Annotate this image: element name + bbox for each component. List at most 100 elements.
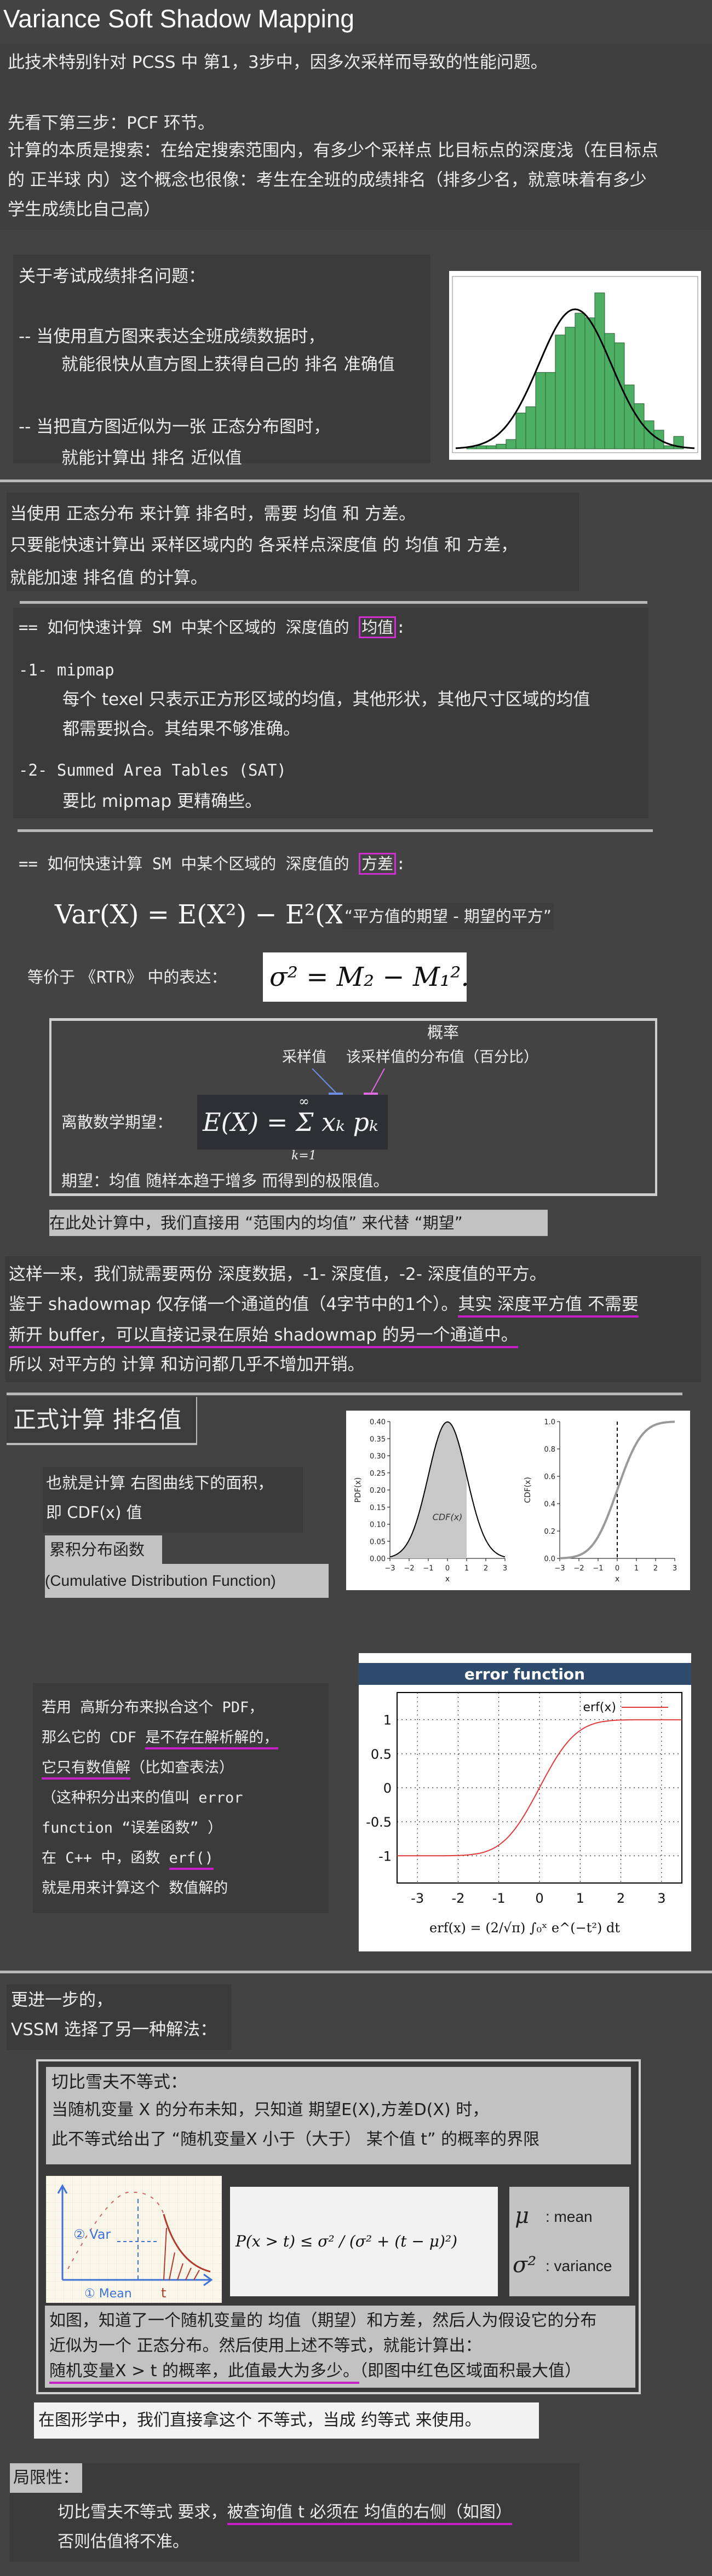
gauss-line: function “误差函数” ） bbox=[42, 1820, 223, 1836]
gauss-emphasis: 它只有数值解 bbox=[42, 1759, 130, 1780]
x-tick-label: 2 bbox=[653, 1564, 658, 1573]
exam-item: 就能很快从直方图上获得自己的 排名 准确值 bbox=[61, 355, 395, 374]
y-tick-label: 1 bbox=[383, 1713, 392, 1728]
chebyshev-sketch: ② Var ① Mean t bbox=[46, 2176, 222, 2303]
sum-lower-limit: k=1 bbox=[291, 1149, 317, 1163]
intro-line: 学生成绩比自己高） bbox=[8, 200, 160, 220]
mean-keyword: 均值 bbox=[359, 616, 397, 638]
variance-quote: “平方值的期望 - 期望的平方” bbox=[342, 903, 554, 929]
gauss-emphasis: 是不存在解析解的， bbox=[145, 1729, 279, 1749]
expectation-formula: E(X) = Σ xₖ pₖ bbox=[197, 1095, 388, 1150]
histogram-bar bbox=[476, 445, 487, 449]
gauss-text: 那么它的 CDF bbox=[42, 1729, 146, 1746]
histogram-bar bbox=[535, 372, 546, 449]
rtr-formula: σ² = M₂ − M₁². bbox=[263, 952, 469, 1002]
page-title: Variance Soft Shadow Mapping bbox=[3, 4, 354, 33]
histogram-bar bbox=[565, 327, 576, 449]
y-tick-label: 0.30 bbox=[370, 1453, 386, 1461]
normal-line: 只要能快速计算出 采样区域内的 各采样点深度值 的 均值 和 方差， bbox=[10, 535, 518, 555]
y-tick-label: 0 bbox=[383, 1781, 392, 1796]
limits-line: 切比雪夫不等式 要求，被查询值 t 必须在 均值的右侧（如图） bbox=[58, 2502, 512, 2525]
y-tick-label: 0.6 bbox=[544, 1473, 555, 1481]
mu-label: : mean bbox=[546, 2208, 593, 2225]
gauss-text: （比如查表法） bbox=[130, 1759, 234, 1776]
y-tick-label: 0.20 bbox=[370, 1487, 386, 1495]
y-tick-label: 1.0 bbox=[544, 1418, 555, 1426]
histogram-figure bbox=[449, 271, 701, 460]
divider bbox=[0, 1971, 712, 1973]
histogram-bar bbox=[496, 443, 507, 449]
x-tick-label: -3 bbox=[411, 1891, 424, 1906]
x-tick-label: −1 bbox=[423, 1564, 433, 1573]
exam-heading: 关于考试成绩排名问题： bbox=[19, 267, 205, 286]
x-tick-label: 3 bbox=[673, 1564, 677, 1573]
histogram-bar bbox=[555, 334, 566, 449]
y-tick-label: 0.4 bbox=[544, 1500, 555, 1509]
x-tick-label: -2 bbox=[451, 1891, 464, 1906]
x-tick-label: 0 bbox=[615, 1564, 619, 1573]
storage-emphasis: 其实 深度平方值 不需要 bbox=[458, 1295, 639, 1318]
gauss-line: 那么它的 CDF 是不存在解析解的， bbox=[42, 1727, 279, 1749]
y-tick-label: 0.05 bbox=[370, 1538, 386, 1546]
rtr-label: 等价于 《RTR》 中的表达： bbox=[27, 968, 227, 986]
y-tick-label: 0.15 bbox=[370, 1504, 386, 1512]
method-title: -1- mipmap bbox=[19, 661, 114, 679]
pdf-cdf-figure: 0.000.050.100.150.200.250.300.350.40−3 −2… bbox=[346, 1411, 690, 1590]
heading-text: == 如何快速计算 SM 中某个区域的 深度值的 bbox=[19, 854, 359, 873]
storage-line: 这样一来，我们就需要两份 深度数据，-1- 深度值，-2- 深度值的平方。 bbox=[9, 1264, 547, 1284]
sketch-var-label: ② Var bbox=[73, 2227, 111, 2242]
method-desc: 都需要拟合。其结果不够准确。 bbox=[62, 719, 300, 739]
x-tick-label: 0 bbox=[535, 1891, 543, 1906]
histogram-bar bbox=[545, 372, 556, 449]
sigma-symbol: σ² bbox=[513, 2252, 537, 2278]
explanation-line: 如图，知道了一个随机变量的 均值（期望）和方差，然后人为假设它的分布 bbox=[49, 2311, 597, 2330]
y-tick-label: 0.8 bbox=[544, 1446, 555, 1454]
vssm-line: 更进一步的， bbox=[11, 1990, 113, 2010]
chebyshev-inequality: P(x > t) ≤ σ² / (σ² + (t − μ)²) bbox=[230, 2187, 498, 2296]
x-tick-label: −1 bbox=[593, 1564, 603, 1573]
divider bbox=[20, 601, 647, 604]
area-label: CDF(x) bbox=[433, 1512, 463, 1522]
histogram-bar bbox=[515, 412, 526, 449]
x-tick-label: 3 bbox=[657, 1891, 665, 1906]
chebyshev-line: 当随机变量 X 的分布未知，只知道 期望E(X),方差D(X) 时， bbox=[51, 2100, 489, 2119]
x-tick-label: 2 bbox=[617, 1891, 625, 1906]
histogram-bar bbox=[506, 439, 516, 449]
erf-figure: error function -3 -2 -1 0 1 2 3 -1 -0.5 0 0.5 1 erf(x… bbox=[359, 1653, 691, 1951]
mean-heading: == 如何快速计算 SM 中某个区域的 深度值的 均值: bbox=[19, 616, 406, 638]
vssm-line: VSSM 选择了另一种解法： bbox=[11, 2020, 217, 2040]
explanation-text: （即图中红色区域面积最大值） bbox=[359, 2361, 582, 2381]
y-tick-label: 0.0 bbox=[544, 1555, 555, 1563]
y-tick-label: 0.25 bbox=[370, 1470, 386, 1478]
x-tick-label: 2 bbox=[484, 1564, 488, 1573]
y-tick-label: 0.40 bbox=[370, 1418, 386, 1426]
explanation-emphasis: 随机变量X > t 的概率，此值最大为多少。 bbox=[49, 2361, 360, 2384]
probability-label: 概率 bbox=[427, 1023, 460, 1042]
y-tick-label: 0.10 bbox=[370, 1521, 386, 1529]
explanation-line: 近似为一个 正态分布。然后使用上述不等式，就能计算出： bbox=[49, 2336, 482, 2355]
erf-title: error function bbox=[464, 1665, 585, 1683]
x-tick-label: 1 bbox=[576, 1891, 584, 1906]
x-tick-label: −3 bbox=[384, 1564, 395, 1573]
histogram-bar bbox=[594, 292, 605, 449]
x-axis-label: x bbox=[445, 1575, 450, 1584]
discrete-expectation-label: 离散数学期望： bbox=[61, 1113, 173, 1131]
x-tick-label: −3 bbox=[554, 1564, 565, 1573]
graphics-note: 在图形学中，我们直接拿这个 不等式，当成 约等式 来使用。 bbox=[34, 2402, 539, 2439]
replace-note: 在此处计算中，我们直接用 “范围内的均值” 来代替 “期望” bbox=[49, 1210, 548, 1236]
expectation-note: 期望：均值 随样本趋于增多 而得到的极限值。 bbox=[61, 1171, 389, 1190]
chebyshev-title: 切比雪夫不等式： bbox=[51, 2072, 187, 2092]
exam-item: 就能计算出 排名 近似值 bbox=[61, 448, 242, 468]
legend-label: erf(x) bbox=[583, 1701, 616, 1714]
x-tick-label: −2 bbox=[404, 1564, 414, 1573]
sample-value-label: 采样值 bbox=[282, 1049, 326, 1066]
limits-text: 切比雪夫不等式 要求， bbox=[58, 2503, 227, 2522]
histogram-bar bbox=[575, 313, 585, 449]
normal-line: 就能加速 排名值 的计算。 bbox=[10, 568, 208, 588]
y-tick-label: 0.00 bbox=[370, 1555, 386, 1563]
cdf-chinese-label: 累积分布函数 bbox=[45, 1535, 162, 1564]
sketch-t-label: t bbox=[161, 2285, 166, 2301]
x-tick-label: -1 bbox=[492, 1891, 506, 1906]
annotation-lines bbox=[312, 1068, 385, 1095]
histogram-bar bbox=[525, 406, 536, 449]
